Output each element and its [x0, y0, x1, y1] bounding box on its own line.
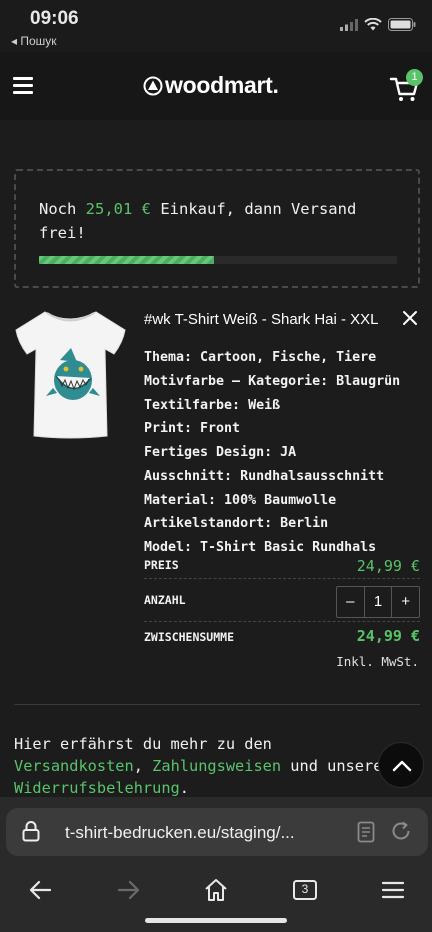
- reload-icon[interactable]: [390, 820, 412, 842]
- info-text: Hier erfährst du mehr zu den Versandkost…: [14, 735, 383, 797]
- wifi-icon: [364, 18, 382, 31]
- logo-text: woodmart.: [165, 72, 279, 98]
- attribute-item: Print: Front: [144, 421, 241, 437]
- price-row: PREIS 24,99 €: [144, 557, 420, 575]
- product-attributes: Thema: Cartoon, Fische, Tiere Motivfarbe…: [144, 346, 400, 560]
- tabs-button[interactable]: 3: [291, 876, 319, 904]
- address-bar[interactable]: t-shirt-bedrucken.eu/staging/...: [6, 808, 428, 856]
- attribute-item: Material: 100% Baumwolle: [144, 492, 337, 508]
- shipping-progress-bar: [39, 256, 397, 264]
- attribute-item: Thema: Cartoon, Fische, Tiere: [144, 350, 377, 365]
- forward-arrow-icon[interactable]: [114, 876, 142, 904]
- quantity-stepper[interactable]: – 1 +: [336, 586, 420, 618]
- site-header: woodmart.: [0, 52, 432, 120]
- cart-count-badge: 1: [406, 69, 423, 86]
- attribute-item: Artikelstandort: Berlin: [144, 516, 329, 532]
- vat-note: Inkl. MwSt.: [336, 654, 419, 669]
- subtotal-value: 24,99 €: [356, 627, 420, 645]
- quantity-label: ANZAHL: [144, 593, 186, 607]
- cellular-signal-icon: [340, 18, 358, 31]
- reader-mode-icon[interactable]: [357, 821, 375, 843]
- free-shipping-text: Noch 25,01 € Einkauf, dann Versand frei!: [39, 200, 357, 242]
- url-text[interactable]: t-shirt-bedrucken.eu/staging/...: [65, 823, 295, 843]
- quantity-input[interactable]: 1: [365, 587, 392, 617]
- home-indicator: [145, 918, 287, 923]
- quantity-plus-button[interactable]: +: [391, 587, 419, 617]
- chevron-up-icon: [392, 760, 412, 772]
- shipping-costs-link[interactable]: Versandkosten: [14, 757, 134, 775]
- back-arrow-icon[interactable]: [27, 876, 55, 904]
- site-logo[interactable]: woodmart.: [143, 72, 279, 99]
- payment-methods-link[interactable]: Zahlungsweisen: [152, 757, 281, 775]
- attribute-item: Fertiges Design: JA: [144, 445, 297, 460]
- browser-toolbar: 3: [0, 868, 432, 912]
- status-time: 09:06: [30, 8, 79, 29]
- home-icon[interactable]: [202, 876, 230, 904]
- row-divider: [144, 621, 420, 622]
- product-title[interactable]: #wk T-Shirt Weiß - Shark Hai - XXL: [144, 311, 379, 328]
- remaining-amount: 25,01 €: [85, 200, 151, 218]
- price-value: 24,99 €: [356, 557, 420, 575]
- status-icons: [340, 18, 416, 31]
- battery-icon: [388, 18, 416, 31]
- quantity-minus-button[interactable]: –: [337, 587, 365, 617]
- price-label: PREIS: [144, 558, 179, 572]
- scroll-to-top-button[interactable]: [378, 742, 424, 788]
- subtotal-row: ZWISCHENSUMME 24,99 €: [144, 627, 420, 645]
- section-divider: [14, 704, 420, 705]
- subtotal-label: ZWISCHENSUMME: [144, 630, 235, 644]
- tab-count: 3: [301, 882, 309, 896]
- back-to-app-link[interactable]: ◂ Пошук: [11, 34, 57, 48]
- shipping-progress-fill: [39, 256, 215, 264]
- attribute-item: Motivfarbe – Kategorie: Blaugrün: [144, 373, 401, 389]
- lock-icon: [22, 821, 40, 842]
- row-divider: [144, 578, 420, 579]
- remove-item-close-icon[interactable]: [401, 309, 419, 327]
- logo-mark-icon: [143, 76, 163, 95]
- product-image[interactable]: [13, 308, 128, 440]
- free-shipping-notice: Noch 25,01 € Einkauf, dann Versand frei!: [14, 169, 420, 288]
- menu-icon[interactable]: [379, 876, 407, 904]
- status-bar: 09:06 ◂ Пошук: [0, 0, 432, 52]
- attribute-item: Textilfarbe: Weiß: [144, 397, 281, 413]
- hamburger-menu-icon[interactable]: [13, 77, 33, 95]
- attribute-item: Ausschnitt: Rundhalsausschnitt: [144, 468, 385, 484]
- withdrawal-policy-link[interactable]: Widerrufsbelehrung: [14, 779, 180, 797]
